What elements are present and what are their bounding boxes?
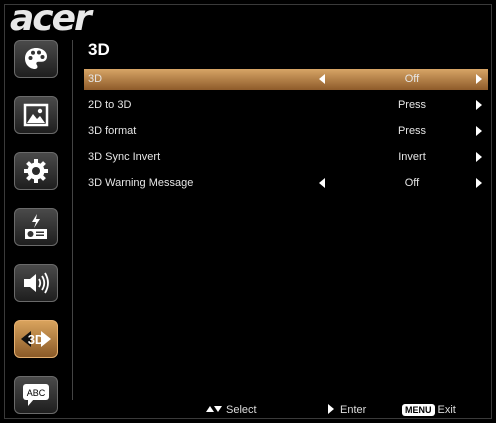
menu-item-value: Invert (398, 151, 426, 163)
arrow-left-icon[interactable] (319, 74, 325, 84)
language-abc-icon: ABC (23, 384, 49, 406)
color-palette-icon (25, 48, 47, 69)
3d-icon: 3D (21, 331, 51, 347)
menu-item-value: Off (404, 177, 420, 189)
page-title: 3D (88, 40, 110, 59)
select-label: Select (226, 404, 257, 416)
svg-text:3D: 3D (28, 332, 45, 347)
menu-item-3d-warning-message[interactable]: 3D Warning Message Off (84, 173, 488, 194)
sidebar-divider (72, 40, 73, 400)
settings-gear-icon (24, 159, 48, 183)
menu-item-3d-format[interactable]: 3D format Press (84, 121, 488, 142)
arrow-right-icon[interactable] (476, 152, 482, 162)
arrow-left-icon[interactable] (319, 178, 325, 188)
footer-exit-hint: MENU Exit (402, 404, 456, 418)
arrow-down-icon (214, 406, 222, 412)
arrow-right-icon (328, 404, 334, 414)
sidebar-item-color[interactable] (14, 40, 58, 78)
enter-label: Enter (340, 404, 367, 416)
exit-label: Exit (437, 404, 456, 416)
sidebar-item-management[interactable] (14, 208, 58, 246)
menu-item-label: 3D (88, 73, 103, 85)
arrow-right-icon[interactable] (476, 74, 482, 84)
audio-speaker-icon (24, 272, 49, 294)
arrow-right-icon[interactable] (476, 126, 482, 136)
menu-item-label: 3D Warning Message (88, 177, 194, 189)
footer-enter-hint: Enter (328, 404, 366, 418)
menu-item-label: 3D Sync Invert (88, 151, 161, 163)
arrow-right-icon[interactable] (476, 100, 482, 110)
footer-select-hint: Select (206, 404, 257, 418)
menu-item-value: Press (397, 125, 427, 137)
sidebar-item-audio[interactable] (14, 264, 58, 302)
menu-item-label: 3D format (88, 125, 137, 137)
menu-item-3d-sync-invert[interactable]: 3D Sync Invert Invert (84, 147, 488, 168)
menu-item-value: Press (397, 99, 427, 111)
arrow-up-icon (206, 406, 214, 412)
menu-key-badge: MENU (402, 404, 435, 416)
svg-text:ABC: ABC (27, 388, 46, 398)
image-icon (23, 103, 49, 127)
sidebar-item-language[interactable]: ABC (14, 376, 58, 414)
sidebar-item-setting[interactable] (14, 152, 58, 190)
menu-item-label: 2D to 3D (88, 99, 132, 111)
power-management-icon (25, 214, 47, 239)
sidebar-item-3d[interactable]: 3D (14, 320, 58, 358)
menu-item-2d-to-3d[interactable]: 2D to 3D Press (84, 95, 488, 116)
menu-item-3d[interactable]: 3D Off (84, 69, 488, 90)
arrow-right-icon[interactable] (476, 178, 482, 188)
menu-item-value: Off (404, 73, 420, 85)
osd-frame (4, 4, 492, 419)
acer-logo: acer (10, 0, 92, 39)
sidebar-item-image[interactable] (14, 96, 58, 134)
